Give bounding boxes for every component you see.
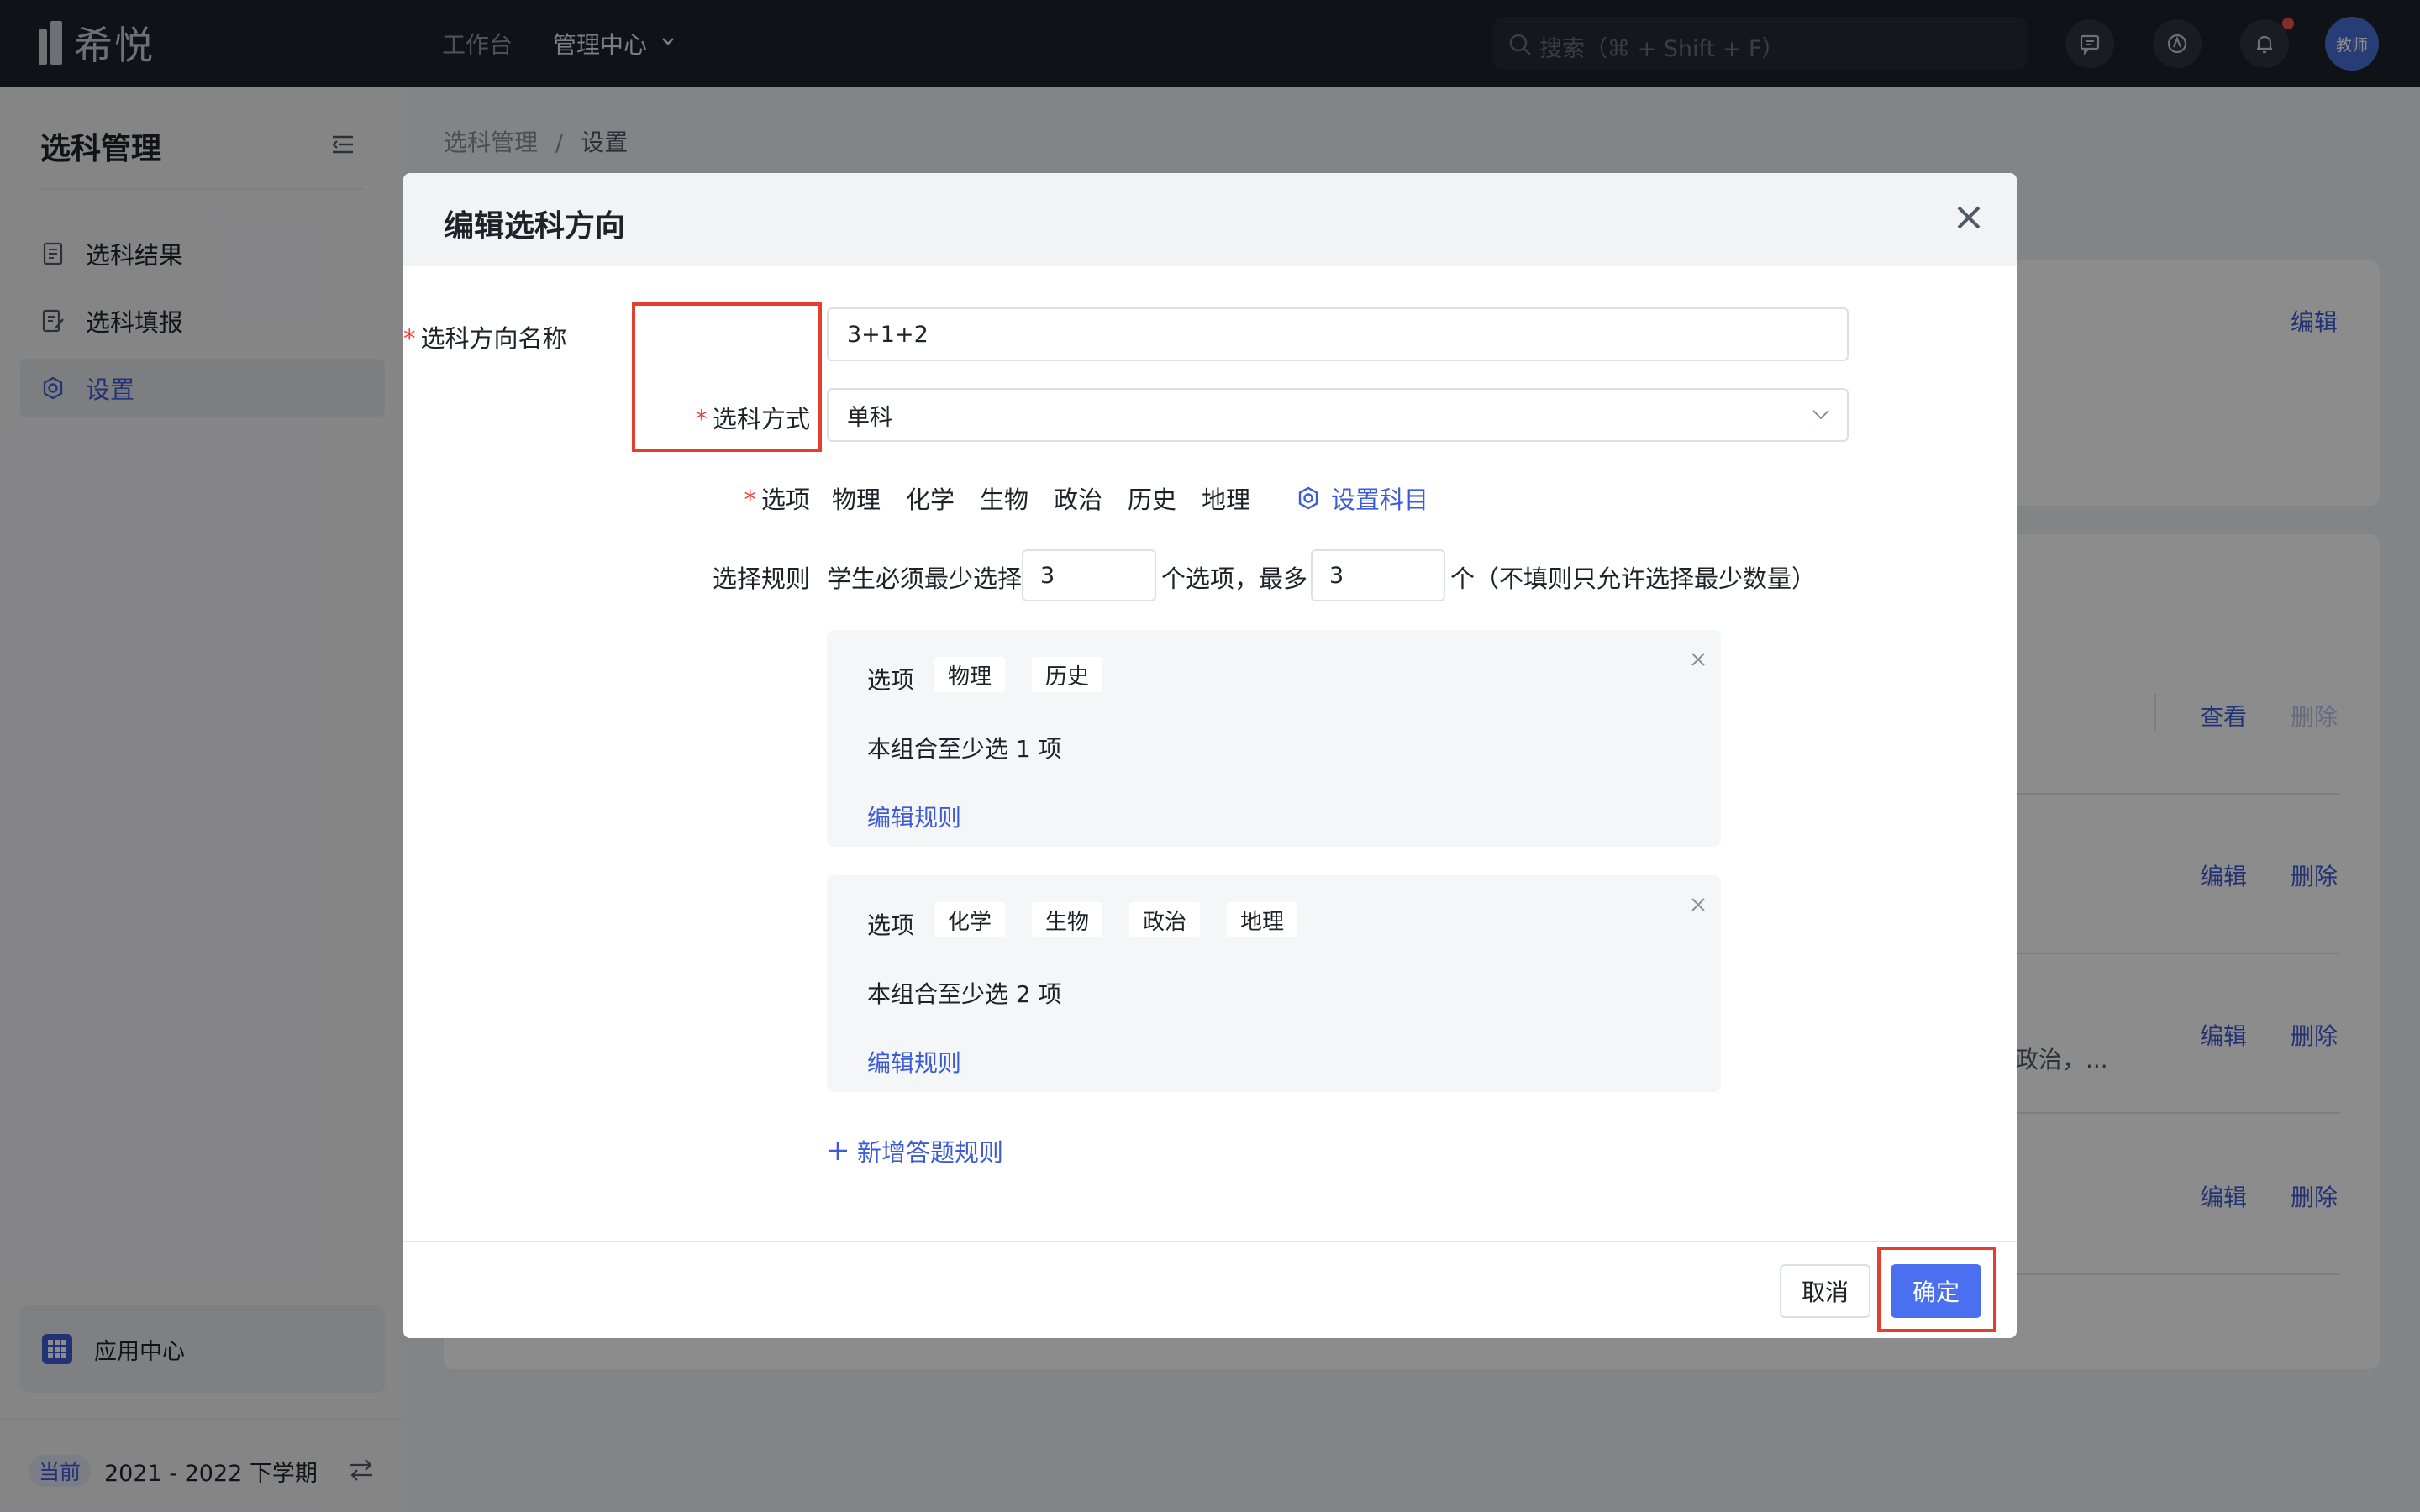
rule-text-min: 学生必须最少选择 xyxy=(827,564,1023,593)
plus-icon xyxy=(829,1142,847,1160)
rule-group: 选项 化学 生物 政治 地理 本组合至少选 2 项 编辑规则 xyxy=(827,875,1721,1092)
group-options-label: 选项 xyxy=(867,911,915,939)
name-input[interactable]: 3+1+2 xyxy=(827,307,1849,361)
group-subject-chip: 生物 xyxy=(1032,902,1103,937)
subject-option: 化学 xyxy=(906,486,955,514)
subject-option: 物理 xyxy=(832,486,881,514)
group-subject-chip: 历史 xyxy=(1032,657,1103,692)
rule-text-max: 个选项，最多 xyxy=(1161,564,1308,593)
close-icon[interactable] xyxy=(1689,895,1707,914)
subject-option: 历史 xyxy=(1128,486,1177,514)
mode-select[interactable]: 单科 xyxy=(827,388,1849,442)
add-rule-label: 新增答题规则 xyxy=(857,1138,1004,1167)
gear-icon xyxy=(1298,486,1318,510)
group-subject-chip: 化学 xyxy=(934,902,1006,937)
group-min-text: 本组合至少选 1 项 xyxy=(867,735,1062,763)
rule-label: 选择规则 xyxy=(712,564,810,593)
subject-option: 地理 xyxy=(1202,486,1251,514)
group-subject-chip: 地理 xyxy=(1227,902,1298,937)
dialog-footer-divider xyxy=(403,1241,2017,1242)
chevron-down-icon xyxy=(1812,410,1829,420)
edit-rule-link[interactable]: 编辑规则 xyxy=(867,800,961,833)
rule-text-hint: 个（不填则只允许选择最少数量） xyxy=(1450,564,1817,593)
dialog-header: 编辑选科方向 xyxy=(403,173,2017,266)
add-rule-button[interactable]: 新增答题规则 xyxy=(827,1133,1003,1168)
cancel-button[interactable]: 取消 xyxy=(1780,1264,1870,1318)
set-subject-link[interactable]: 设置科目 xyxy=(1296,480,1428,516)
highlight-box xyxy=(1877,1247,1996,1332)
highlight-box xyxy=(632,302,822,452)
max-count-input[interactable]: 3 xyxy=(1311,549,1445,601)
group-options-label: 选项 xyxy=(867,666,915,694)
group-subject-chip: 政治 xyxy=(1129,902,1201,937)
close-icon[interactable] xyxy=(1689,650,1707,669)
group-subject-chip: 物理 xyxy=(934,657,1006,692)
mode-select-value: 单科 xyxy=(847,404,892,431)
edit-rule-link[interactable]: 编辑规则 xyxy=(867,1045,961,1079)
group-min-text: 本组合至少选 2 项 xyxy=(867,980,1062,1008)
options-label: * 选项 xyxy=(744,486,810,514)
min-count-input[interactable]: 3 xyxy=(1022,549,1156,601)
set-subject-label: 设置科目 xyxy=(1331,486,1429,514)
dialog-title: 编辑选科方向 xyxy=(444,209,626,244)
rule-group: 选项 物理 历史 本组合至少选 1 项 编辑规则 xyxy=(827,630,1721,847)
subject-option: 政治 xyxy=(1054,486,1103,514)
close-icon[interactable] xyxy=(1954,203,1983,232)
subject-option: 生物 xyxy=(980,486,1029,514)
